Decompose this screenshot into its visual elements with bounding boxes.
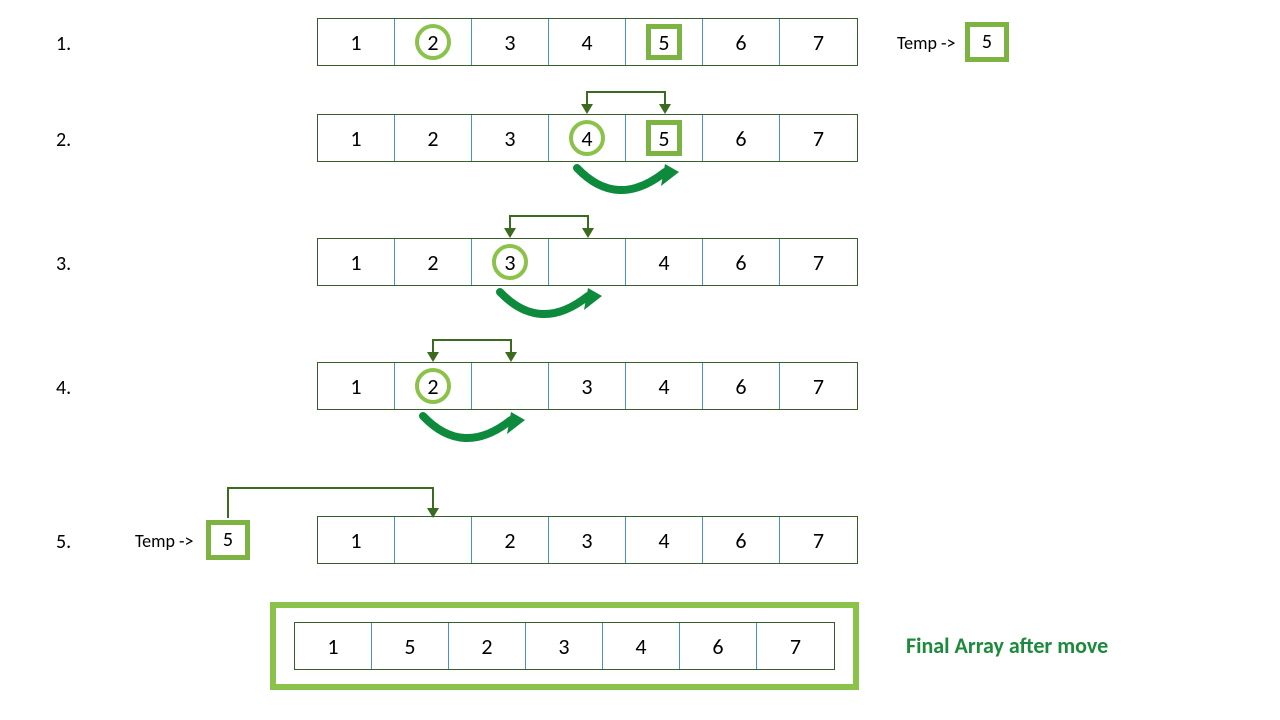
- step-1-array: 1 2 3 4 5 6 7: [317, 18, 858, 66]
- cell: 6: [680, 623, 757, 669]
- cell: 6: [703, 517, 780, 563]
- cell: 6: [703, 239, 780, 285]
- bracket-arrow-icon: [317, 206, 857, 240]
- cell: 1: [318, 363, 395, 409]
- final-array: 1 5 2 3 4 6 7: [294, 622, 835, 670]
- step-2-label: 2.: [56, 128, 71, 152]
- step-4-label: 4.: [56, 376, 71, 400]
- bracket-arrow-icon: [317, 82, 857, 116]
- cell: 4: [626, 517, 703, 563]
- cell: 2: [395, 115, 472, 161]
- cell: 5: [626, 19, 703, 65]
- cell: 2: [472, 517, 549, 563]
- cell: [549, 239, 626, 285]
- cell: 7: [780, 239, 857, 285]
- cell: 1: [318, 239, 395, 285]
- bracket-arrow-icon: [317, 330, 857, 364]
- cell: [395, 517, 472, 563]
- final-label: Final Array after move: [906, 632, 1108, 659]
- cell: 2: [449, 623, 526, 669]
- temp-label-top: Temp ->: [897, 32, 956, 54]
- cell: 2: [395, 363, 472, 409]
- step-3-label: 3.: [56, 252, 71, 276]
- temp-label-bottom: Temp ->: [135, 530, 194, 552]
- cell: 7: [757, 623, 834, 669]
- cell: 3: [472, 239, 549, 285]
- temp-box-top: 5: [965, 22, 1009, 62]
- swap-arrow-icon: [317, 284, 857, 334]
- step-4-array: 1 2 3 4 6 7: [317, 362, 858, 410]
- cell: 4: [626, 239, 703, 285]
- cell: 1: [318, 19, 395, 65]
- cell: [472, 363, 549, 409]
- cell: 7: [780, 115, 857, 161]
- cell: 3: [472, 19, 549, 65]
- cell: 1: [295, 623, 372, 669]
- cell: 1: [318, 517, 395, 563]
- cell: 5: [626, 115, 703, 161]
- step-2-array: 1 2 3 4 5 6 7: [317, 114, 858, 162]
- temp-bracket-arrow-icon: [0, 470, 900, 518]
- cell: 3: [549, 363, 626, 409]
- temp-box-bottom: 5: [206, 520, 250, 560]
- cell: 4: [549, 115, 626, 161]
- cell: 5: [372, 623, 449, 669]
- step-5-label: 5.: [56, 530, 71, 554]
- swap-arrow-icon: [317, 160, 857, 210]
- cell: 3: [549, 517, 626, 563]
- cell: 7: [780, 363, 857, 409]
- cell: 6: [703, 363, 780, 409]
- cell: 7: [780, 19, 857, 65]
- final-wrap: 1 5 2 3 4 6 7: [270, 602, 859, 690]
- cell: 6: [703, 19, 780, 65]
- cell: 4: [603, 623, 680, 669]
- swap-arrow-icon: [317, 408, 857, 458]
- cell: 6: [703, 115, 780, 161]
- step-3-array: 1 2 3 4 6 7: [317, 238, 858, 286]
- cell: 4: [549, 19, 626, 65]
- step-1-label: 1.: [56, 32, 71, 56]
- cell: 7: [780, 517, 857, 563]
- cell: 3: [472, 115, 549, 161]
- cell: 4: [626, 363, 703, 409]
- cell: 3: [526, 623, 603, 669]
- cell: 2: [395, 239, 472, 285]
- cell: 1: [318, 115, 395, 161]
- cell: 2: [395, 19, 472, 65]
- step-5-array: 1 2 3 4 6 7: [317, 516, 858, 564]
